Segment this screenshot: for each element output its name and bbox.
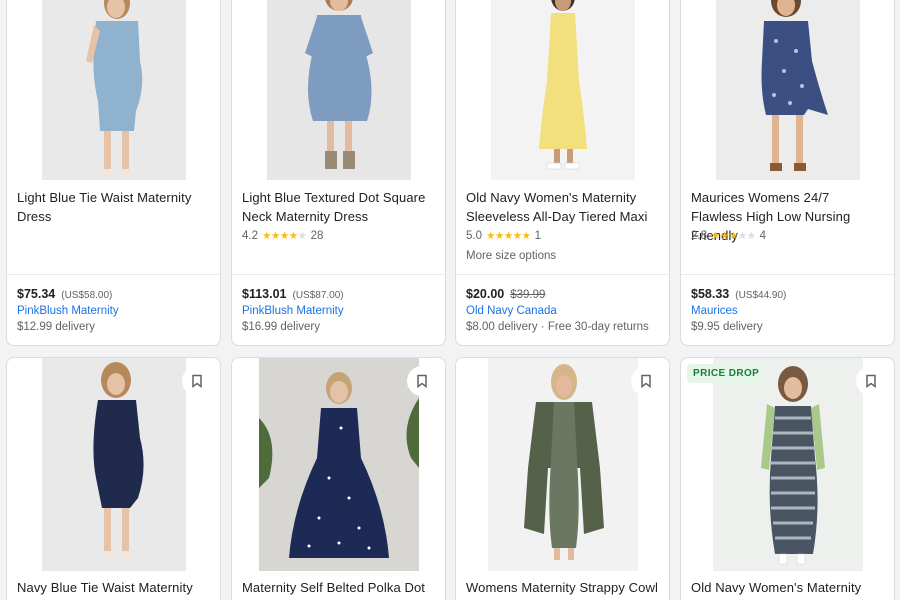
product-title[interactable]: Old Navy Women's Maternity [691,578,884,597]
dress-photo [712,358,863,571]
product-title[interactable]: Maternity Self Belted Polka Dot [242,578,435,597]
product-card[interactable]: Old Navy Women's Maternity Sleeveless Al… [455,0,670,346]
original-price: (US$44.90) [735,290,787,301]
product-title[interactable]: Old Navy Women's Maternity Sleeveless Al… [466,188,659,226]
store-link[interactable]: Maurices [691,305,888,317]
store-link[interactable]: PinkBlush Maternity [242,305,439,317]
star-rating-icon: ★★★★★ [262,230,307,242]
product-title[interactable]: Navy Blue Tie Waist Maternity [17,578,210,597]
price: $20.00 [466,287,505,301]
product-card[interactable]: Maternity Self Belted Polka Dot [231,357,446,600]
product-image[interactable] [456,0,669,180]
product-card[interactable]: PRICE DROP Old Navy Women's Maternity [680,357,895,600]
divider [456,274,669,275]
review-count: 4 [759,230,766,242]
delivery-info: $8.00 delivery · Free 30-day returns [466,321,649,333]
rating: 5.0 ★★★★★ 1 [466,230,541,242]
product-image[interactable] [7,0,220,180]
rating-value: 2.8 [691,230,707,242]
dress-photo [487,358,638,571]
store-link[interactable]: Old Navy Canada [466,305,663,317]
product-card[interactable]: Navy Blue Tie Waist Maternity [6,357,221,600]
bookmark-button[interactable] [631,366,661,396]
divider [232,274,445,275]
dress-photo [41,358,186,571]
delivery-info: $16.99 delivery [242,321,320,333]
delivery-info: $9.95 delivery [691,321,763,333]
price: $113.01 [242,287,287,301]
rating: 4.2 ★★★★★ 28 [242,230,323,242]
dress-photo [41,0,186,180]
divider [7,274,220,275]
bookmark-icon [192,374,202,388]
price: $58.33 [691,287,730,301]
product-title[interactable]: Light Blue Tie Waist Maternity Dress [17,188,210,226]
bookmark-button[interactable] [407,366,437,396]
rating-value: 4.2 [242,230,258,242]
price-section: $75.34 (US$58.00) PinkBlush Maternity $12… [17,287,214,333]
bookmark-icon [641,374,651,388]
product-card[interactable]: Light Blue Tie Waist Maternity Dress $75… [6,0,221,346]
product-card[interactable]: Light Blue Textured Dot Square Neck Mate… [231,0,446,346]
bookmark-button[interactable] [856,366,886,396]
dress-photo [715,0,860,180]
dress-photo [266,0,411,180]
price-section: $113.01 (US$87.00) PinkBlush Maternity $1… [242,287,439,333]
divider [681,274,894,275]
original-price: (US$87.00) [292,290,344,301]
price-drop-badge: PRICE DROP [687,364,766,383]
price-section: $58.33 (US$44.90) Maurices $9.95 delivery [691,287,888,333]
star-rating-icon: ★★★★★ [711,230,756,242]
product-grid: Light Blue Tie Waist Maternity Dress $75… [0,0,900,600]
rating: 2.8 ★★★★★ 4 [691,230,766,242]
price: $75.34 [17,287,56,301]
bookmark-icon [866,374,876,388]
product-title[interactable]: Womens Maternity Strappy Cowl [466,578,659,597]
review-count: 28 [310,230,324,242]
product-card[interactable]: Maurices Womens 24/7 Flawless High Low N… [680,0,895,346]
store-link[interactable]: PinkBlush Maternity [17,305,214,317]
rating-value: 5.0 [466,230,482,242]
dress-photo [258,358,419,571]
product-title[interactable]: Light Blue Textured Dot Square Neck Mate… [242,188,435,226]
original-price: $39.99 [510,289,546,301]
product-image[interactable] [681,0,894,180]
more-size-options[interactable]: More size options [466,250,556,262]
review-count: 1 [534,230,541,242]
bookmark-icon [417,374,427,388]
price-section: $20.00 $39.99 Old Navy Canada $8.00 deliv… [466,287,663,333]
dress-photo [490,0,635,180]
original-price: (US$58.00) [61,290,113,301]
star-rating-icon: ★★★★★ [486,230,531,242]
product-image[interactable] [232,0,445,180]
product-card[interactable]: Womens Maternity Strappy Cowl [455,357,670,600]
bookmark-button[interactable] [182,366,212,396]
delivery-info: $12.99 delivery [17,321,95,333]
